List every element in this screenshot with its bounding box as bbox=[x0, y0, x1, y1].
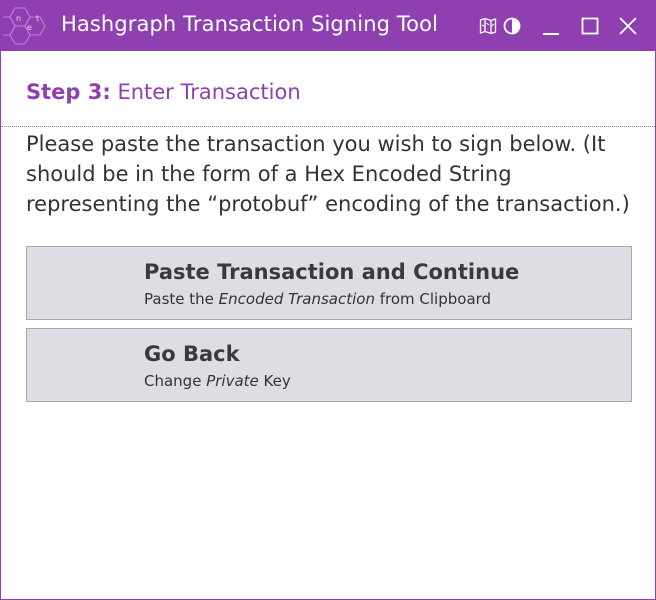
close-icon[interactable] bbox=[613, 11, 643, 41]
app-window: n e t Hashgraph Transaction Signing Tool bbox=[0, 0, 656, 600]
step-name: Enter Transaction bbox=[117, 80, 301, 104]
contrast-icon[interactable] bbox=[497, 11, 527, 41]
instructions-text: Please paste the transaction you wish to… bbox=[26, 132, 630, 216]
svg-text:e: e bbox=[27, 23, 32, 32]
title-bar[interactable]: n e t Hashgraph Transaction Signing Tool bbox=[0, 1, 655, 51]
svg-text:n: n bbox=[16, 14, 21, 23]
paste-button-title: Paste Transaction and Continue bbox=[144, 260, 520, 284]
app-logo-icon: n e t bbox=[0, 4, 47, 48]
svg-text:t: t bbox=[36, 14, 39, 23]
back-button-subtitle: Change Private Key bbox=[144, 372, 291, 390]
minimize-icon[interactable] bbox=[536, 11, 566, 41]
paste-button-subtitle: Paste the Encoded Transaction from Clipb… bbox=[144, 290, 492, 308]
maximize-icon[interactable] bbox=[575, 11, 605, 41]
step-header: Step 3: Enter Transaction bbox=[1, 51, 655, 127]
go-back-button[interactable]: Go Back Change Private Key bbox=[26, 328, 632, 402]
paste-transaction-button[interactable]: Paste Transaction and Continue Paste the… bbox=[26, 246, 632, 320]
back-button-title: Go Back bbox=[144, 342, 240, 366]
window-title: Hashgraph Transaction Signing Tool bbox=[61, 12, 439, 36]
step-number: Step 3: bbox=[26, 80, 111, 104]
step-title: Step 3: Enter Transaction bbox=[26, 80, 301, 104]
